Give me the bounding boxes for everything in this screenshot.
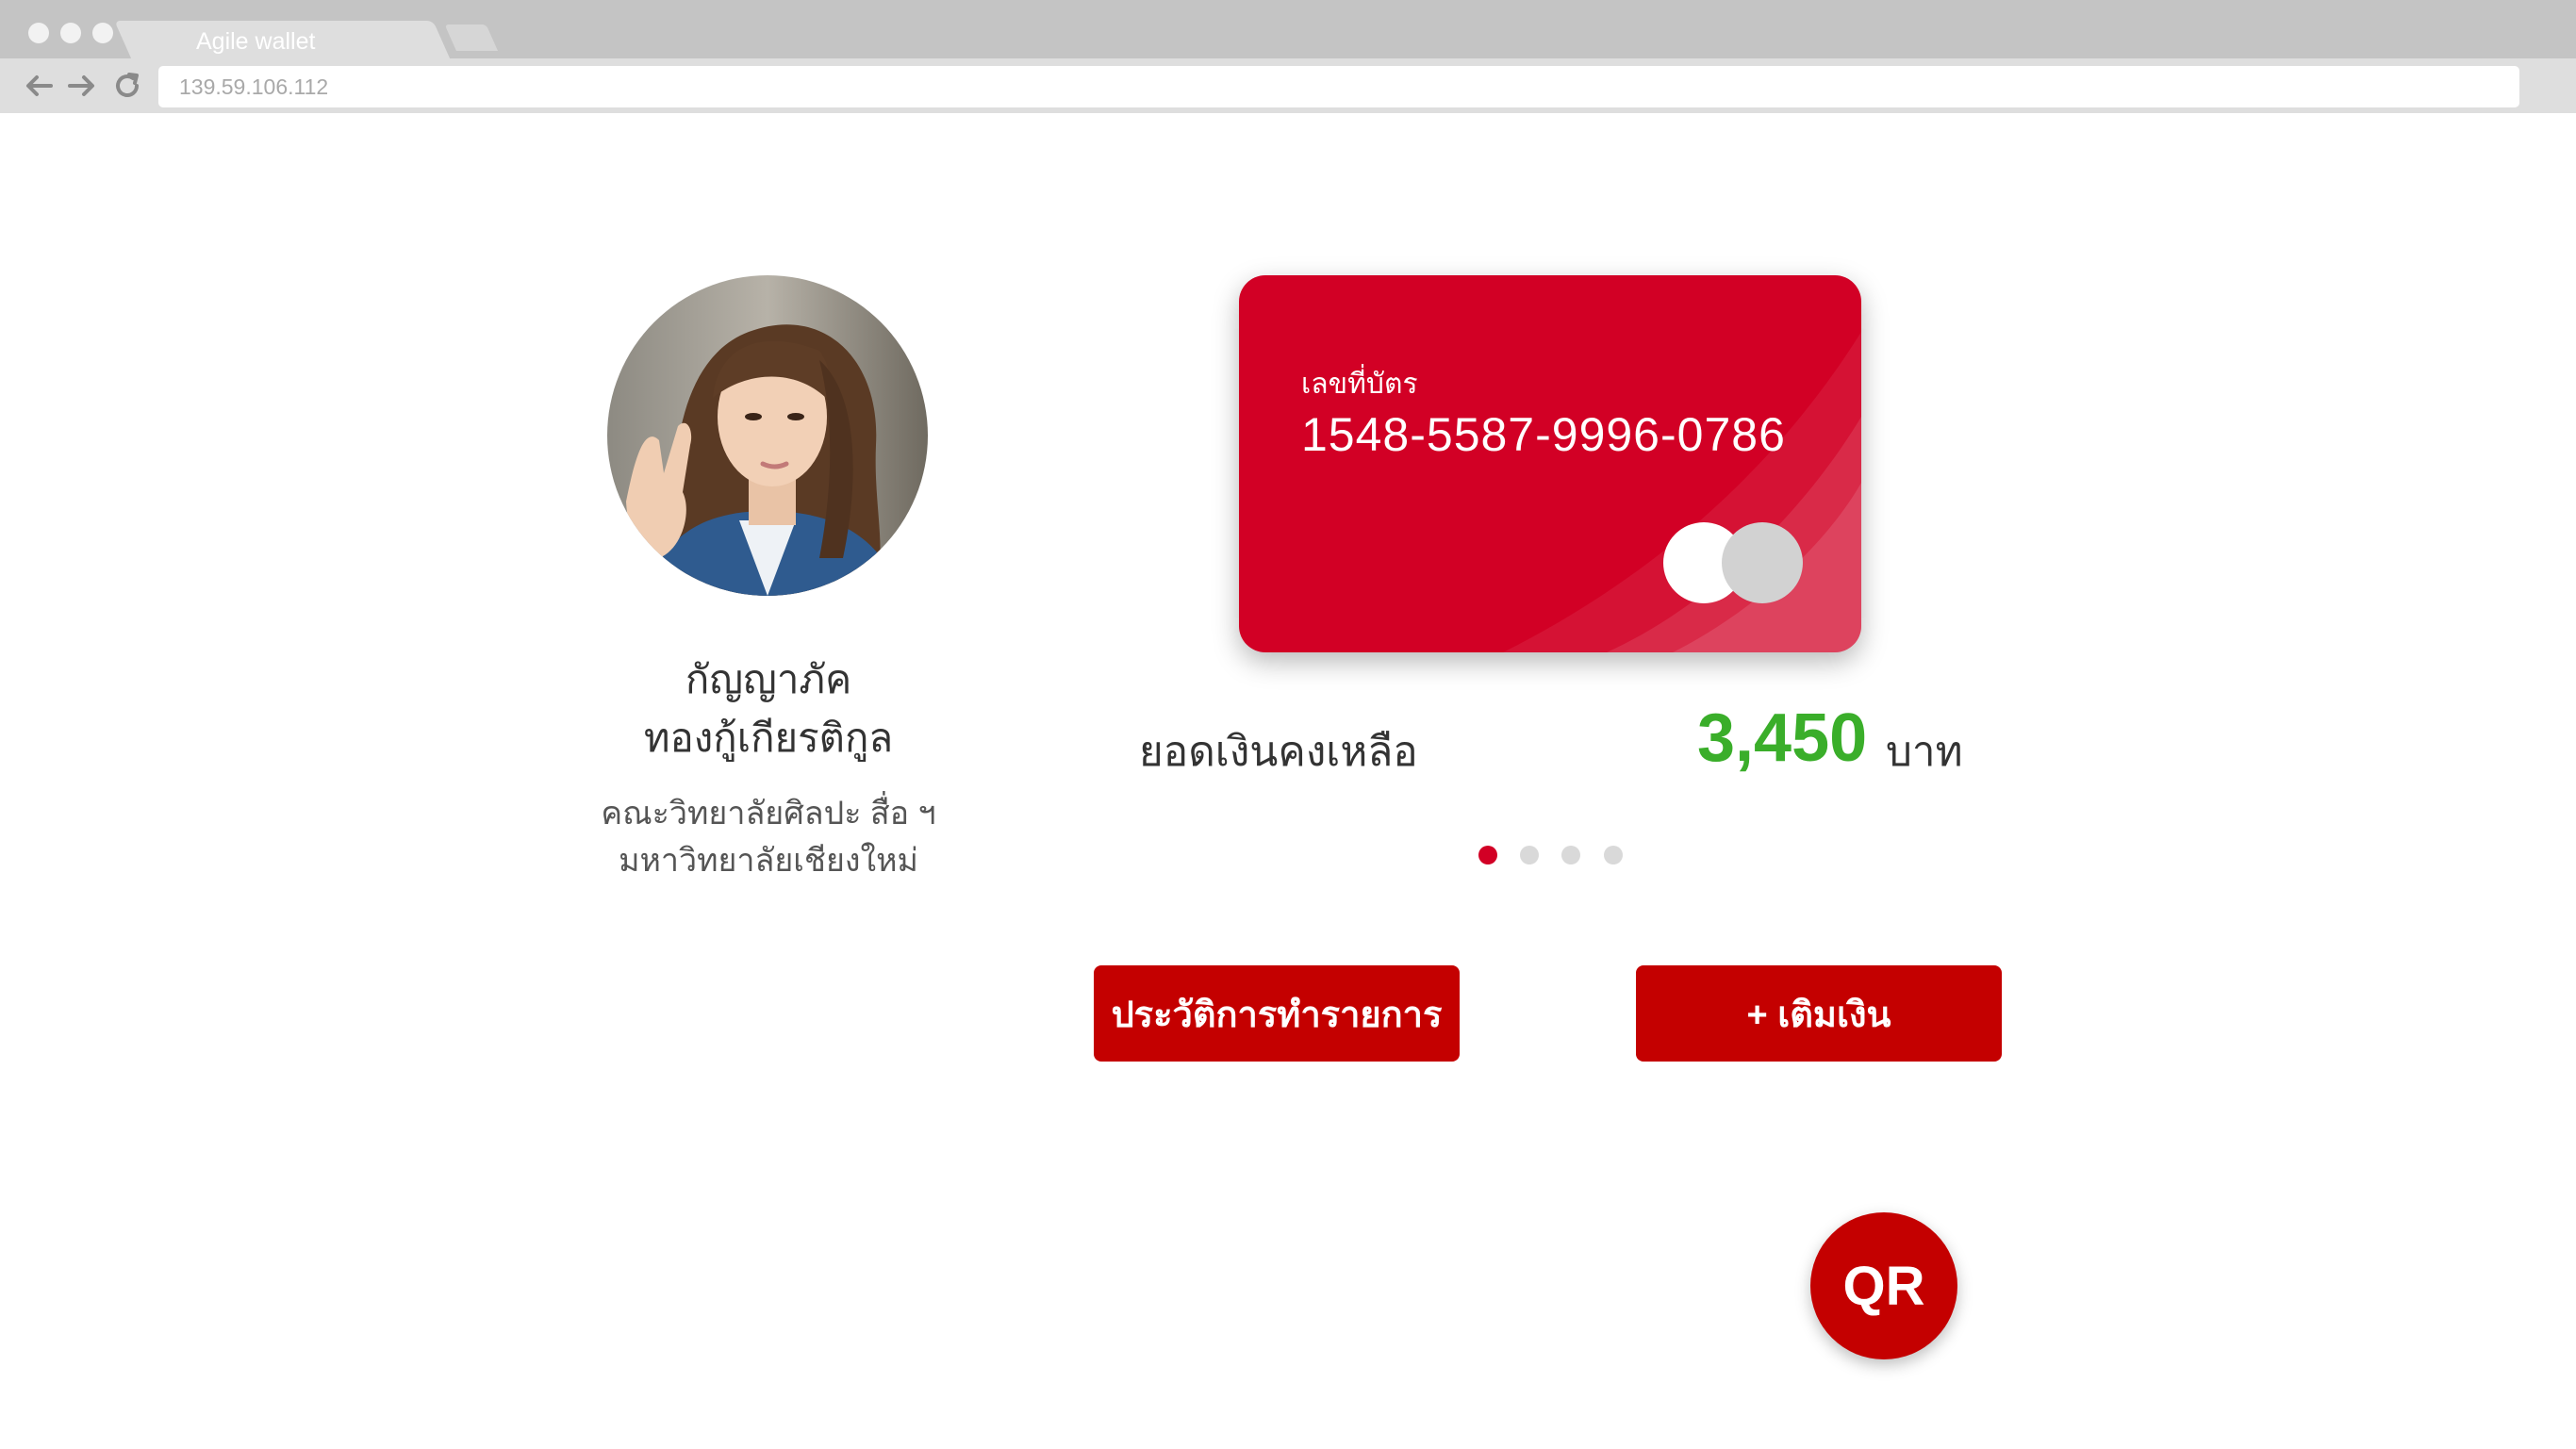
card-number: 1548-5587-9996-0786: [1301, 408, 1786, 461]
window-close-control[interactable]: [28, 23, 49, 43]
profile-first-name: กัญญาภัค: [685, 657, 852, 701]
profile-name: กัญญาภัค ทองกู้เกียรติกูล: [528, 650, 1009, 767]
address-bar[interactable]: 139.59.106.112: [158, 66, 2519, 107]
browser-tab-title: Agile wallet: [196, 28, 316, 55]
back-icon[interactable]: [23, 68, 55, 104]
window-minimize-control[interactable]: [60, 23, 81, 43]
card-number-label: เลขที่บัตร: [1301, 369, 1418, 400]
reload-icon[interactable]: [111, 68, 143, 104]
new-tab-button[interactable]: [444, 25, 498, 51]
card-logo-circle-right: [1722, 522, 1803, 603]
profile-last-name: ทองกู้เกียรติกูล: [643, 716, 894, 760]
balance-label: ยอดเงินคงเหลือ: [1139, 729, 1418, 775]
profile-university: มหาวิทยาลัยเชียงใหม่: [619, 843, 918, 879]
wallet-card[interactable]: เลขที่บัตร 1548-5587-9996-0786: [1239, 275, 1861, 652]
carousel-dot-2[interactable]: [1520, 846, 1539, 864]
balance-amount: 3,450: [1697, 700, 1868, 776]
carousel-dot-4[interactable]: [1604, 846, 1623, 864]
browser-chrome: Agile wallet 139.59.106.112: [0, 0, 2576, 113]
top-up-button[interactable]: + เติมเงิน: [1636, 965, 2002, 1062]
profile-affiliation: คณะวิทยาลัยศิลปะ สื่อ ฯ มหาวิทยาลัยเชียง…: [528, 790, 1009, 884]
carousel-dot-1[interactable]: [1478, 846, 1497, 864]
window-maximize-control[interactable]: [92, 23, 113, 43]
forward-icon[interactable]: [66, 68, 98, 104]
carousel-dot-3[interactable]: [1561, 846, 1580, 864]
transaction-history-button[interactable]: ประวัติการทำรายการ: [1094, 965, 1460, 1062]
profile-faculty: คณะวิทยาลัยศิลปะ สื่อ ฯ: [601, 796, 936, 832]
address-bar-url: 139.59.106.112: [179, 74, 329, 99]
balance-unit: บาท: [1886, 729, 1963, 775]
profile-avatar: [607, 275, 928, 596]
qr-button[interactable]: QR: [1810, 1212, 1957, 1359]
